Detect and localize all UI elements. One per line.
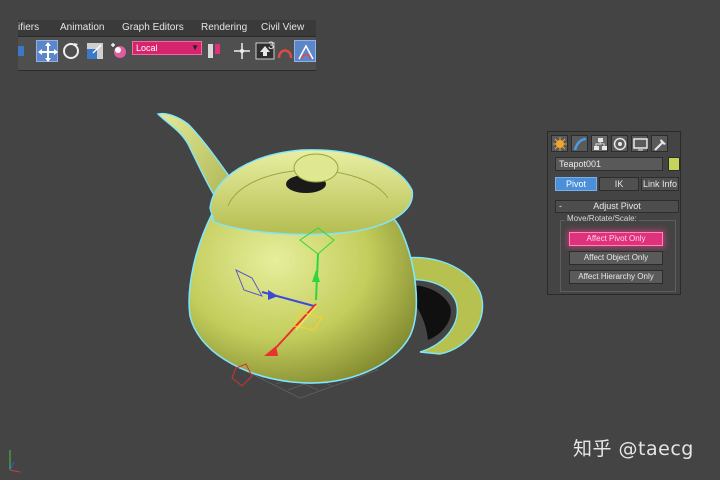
select-move-icon[interactable] <box>36 40 58 62</box>
object-name-field[interactable]: Teapot001 <box>555 157 663 171</box>
watermark-text: 知乎 @taecg <box>573 438 694 460</box>
tab-ik[interactable]: IK <box>599 177 639 191</box>
motion-tab-icon[interactable] <box>611 135 628 152</box>
scale-icon[interactable] <box>84 40 106 62</box>
affect-pivot-only-button[interactable]: Affect Pivot Only <box>569 232 663 246</box>
display-tab-icon[interactable] <box>631 135 648 152</box>
teapot-object[interactable] <box>156 112 484 384</box>
tab-pivot[interactable]: Pivot <box>555 177 597 191</box>
hierarchy-tab-icon[interactable] <box>591 135 608 152</box>
rollout-collapse-icon: - <box>559 201 562 211</box>
command-panel: Teapot001 Pivot IK Link Info - Adjust Pi… <box>547 131 681 295</box>
select-object-icon[interactable] <box>108 40 130 62</box>
menu-item-modifiers[interactable]: ifiers <box>18 22 39 33</box>
chevron-down-icon: ▼ <box>191 43 199 52</box>
world-axis-icon <box>9 450 21 473</box>
angle-snap-icon[interactable] <box>274 40 296 62</box>
pivot-center-icon[interactable] <box>205 40 227 62</box>
link-icon[interactable] <box>18 40 34 62</box>
affect-object-only-button[interactable]: Affect Object Only <box>569 251 663 265</box>
object-color-swatch[interactable] <box>668 157 680 171</box>
rollout-title: Adjust Pivot <box>593 201 641 211</box>
rotate-icon[interactable] <box>60 40 82 62</box>
modify-tab-icon[interactable] <box>571 135 588 152</box>
ref-coord-dropdown[interactable]: Local ▼ <box>132 41 202 55</box>
rollout-adjust-pivot-header[interactable]: - Adjust Pivot <box>555 200 679 213</box>
select-manipulate-icon[interactable] <box>231 40 253 62</box>
group-label: Move/Rotate/Scale: <box>565 214 639 223</box>
menu-item-graph-editors[interactable]: Graph Editors <box>122 22 184 33</box>
teapot-knob <box>293 153 339 183</box>
tab-link-info[interactable]: Link Info <box>641 177 679 191</box>
menu-item-civil-view[interactable]: Civil View <box>261 22 304 33</box>
affect-hierarchy-only-button[interactable]: Affect Hierarchy Only <box>569 270 663 284</box>
menu-item-rendering[interactable]: Rendering <box>201 22 247 33</box>
menu-item-animation[interactable]: Animation <box>60 22 104 33</box>
menu-bar: ifiers Animation Graph Editors Rendering… <box>18 20 316 37</box>
snap-toggle-icon[interactable] <box>294 40 316 62</box>
create-tab-icon[interactable] <box>551 135 568 152</box>
utilities-tab-icon[interactable] <box>651 135 668 152</box>
main-toolbar: Local ▼ 3 <box>18 37 316 71</box>
ref-coord-value: Local <box>136 43 158 53</box>
